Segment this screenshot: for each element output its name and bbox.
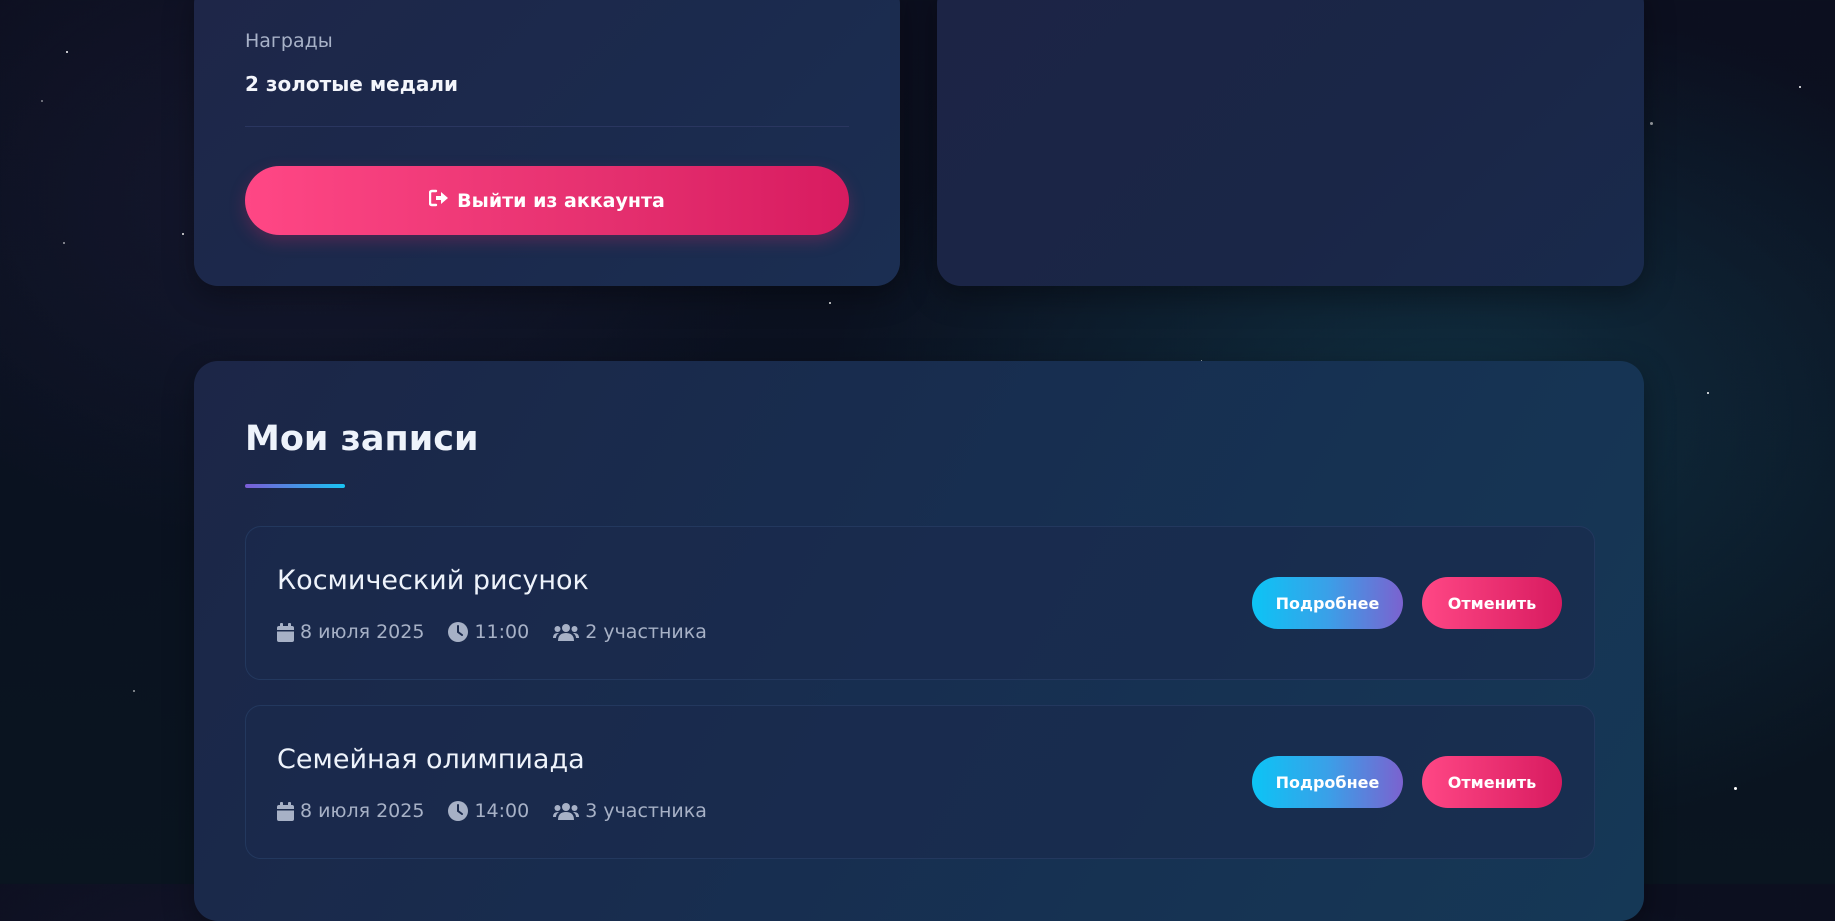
star <box>1734 787 1737 790</box>
star <box>63 242 65 244</box>
users-icon <box>553 623 580 641</box>
details-button[interactable]: Подробнее <box>1252 577 1403 629</box>
star <box>133 690 135 692</box>
calendar-icon <box>277 622 294 642</box>
booking-participants: 3 участника <box>553 800 707 822</box>
booking-date-text: 8 июля 2025 <box>300 800 425 822</box>
details-button[interactable]: Подробнее <box>1252 756 1403 808</box>
star <box>182 233 184 235</box>
booking-title: Семейная олимпиада <box>277 744 585 775</box>
logout-label: Выйти из аккаунта <box>457 189 665 212</box>
star <box>66 51 68 53</box>
booking-date-text: 8 июля 2025 <box>300 621 425 643</box>
booking-time: 11:00 <box>448 621 529 643</box>
side-card <box>937 0 1644 286</box>
booking-time-text: 14:00 <box>474 800 530 822</box>
booking-time: 14:00 <box>448 800 529 822</box>
logout-button[interactable]: Выйти из аккаунта <box>245 166 849 235</box>
booking-item: Космический рисунок 8 июля 2025 11:00 2 … <box>245 526 1595 680</box>
cancel-button[interactable]: Отменить <box>1422 756 1562 808</box>
users-icon <box>553 802 580 820</box>
booking-title: Космический рисунок <box>277 565 589 596</box>
awards-value: 2 золотые медали <box>245 72 459 96</box>
booking-time-text: 11:00 <box>474 621 530 643</box>
booking-item: Семейная олимпиада 8 июля 2025 14:00 3 у… <box>245 705 1595 859</box>
sign-out-icon <box>428 189 449 212</box>
clock-icon <box>448 801 469 821</box>
star <box>829 302 831 304</box>
divider <box>245 126 849 127</box>
star <box>1799 86 1801 88</box>
booking-date: 8 июля 2025 <box>277 800 424 822</box>
section-title: Мои записи <box>245 419 479 459</box>
calendar-icon <box>277 801 294 821</box>
booking-meta: 8 июля 2025 11:00 2 участника <box>277 621 707 643</box>
awards-label: Награды <box>245 30 333 52</box>
booking-participants-text: 3 участника <box>585 800 707 822</box>
star <box>1707 392 1709 394</box>
clock-icon <box>448 622 469 642</box>
title-underline <box>245 484 345 488</box>
star <box>41 100 43 102</box>
star <box>1650 122 1653 125</box>
booking-participants-text: 2 участника <box>585 621 707 643</box>
profile-card: Награды 2 золотые медали Выйти из аккаун… <box>194 0 900 286</box>
bookings-section: Мои записи Космический рисунок 8 июля 20… <box>194 361 1644 921</box>
cancel-button[interactable]: Отменить <box>1422 577 1562 629</box>
booking-participants: 2 участника <box>553 621 707 643</box>
booking-date: 8 июля 2025 <box>277 621 424 643</box>
booking-meta: 8 июля 2025 14:00 3 участника <box>277 800 707 822</box>
